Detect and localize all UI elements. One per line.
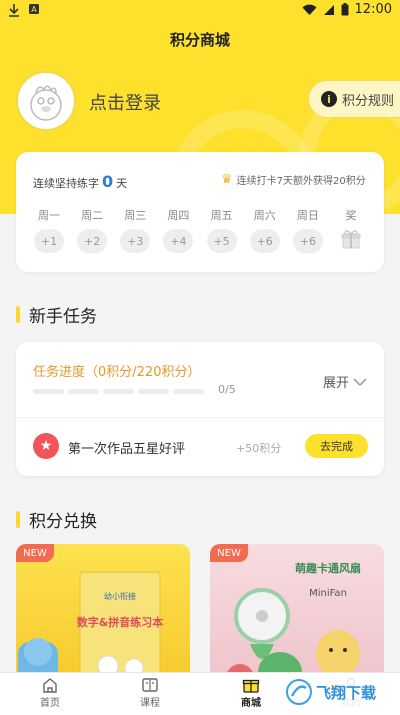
download-icon <box>9 4 19 17</box>
page-title: 积分商城 <box>169 31 230 49</box>
section-accent <box>16 511 20 528</box>
progress-segment <box>103 389 134 394</box>
default-avatar-icon <box>30 85 62 121</box>
workbook-brand: 幼小衔接 <box>104 591 136 601</box>
exchange-heading: 积分兑换 <box>16 507 97 532</box>
day-points: +3 <box>120 229 151 253</box>
checkin-day[interactable]: 周三 +3 <box>116 207 154 253</box>
section-accent <box>16 306 20 323</box>
newbie-tasks-heading: 新手任务 <box>16 302 97 327</box>
tab-mall[interactable]: 商城 <box>221 676 281 709</box>
day-label: 周日 <box>296 209 319 222</box>
progress-segment <box>68 389 99 394</box>
progress-segment <box>33 389 64 394</box>
expand-button[interactable]: 展开 <box>323 372 367 391</box>
task-complete-button[interactable]: 去完成 <box>305 434 368 458</box>
checkin-day[interactable]: 周四 +4 <box>159 207 197 253</box>
progress-segment <box>138 389 169 394</box>
status-bar-left-icons: A <box>8 3 40 17</box>
info-icon: i <box>321 91 337 107</box>
points-rules-label: 积分规则 <box>342 93 395 109</box>
streak-days: 0 <box>102 172 114 191</box>
day-points: +5 <box>206 229 237 253</box>
tab-label: 商城 <box>241 698 261 709</box>
tab-label: 课程 <box>140 698 160 709</box>
day-label: 周二 <box>81 209 104 222</box>
day-points: +4 <box>163 229 194 253</box>
checkin-day[interactable]: 周日 +6 <box>289 207 327 253</box>
workbook-title: 数字&拼音练习本 <box>77 615 164 629</box>
checkin-day[interactable]: 周二 +2 <box>73 207 111 253</box>
svg-text:A: A <box>31 5 37 14</box>
day-label: 周六 <box>253 209 276 222</box>
exchange-title: 积分兑换 <box>29 512 97 532</box>
signal-icon <box>323 4 334 15</box>
watermark-text: 飞翔下载 <box>316 683 377 702</box>
day-label: 周四 <box>167 209 190 222</box>
star-icon: ★ <box>33 433 59 459</box>
divider <box>16 417 384 418</box>
checkin-day[interactable]: 周五 +5 <box>203 207 241 253</box>
day-label: 周五 <box>210 209 233 222</box>
day-points: +1 <box>34 229 64 253</box>
checkin-day[interactable]: 周六 +6 <box>246 207 284 253</box>
wifi-icon <box>302 4 317 15</box>
course-icon <box>142 678 158 692</box>
gift-icon <box>242 679 260 693</box>
status-time: 12:00 <box>354 2 392 17</box>
gift-icon <box>341 230 361 249</box>
task-points: +50积分 <box>236 442 282 455</box>
progress-segment <box>173 389 204 394</box>
status-bar-right: 12:00 <box>302 2 392 17</box>
points-rules-button[interactable]: i 积分规则 <box>308 80 400 118</box>
tab-label: 首页 <box>40 698 60 709</box>
streak-prefix: 连续坚持练字 <box>33 177 99 190</box>
reward-label: 奖 <box>345 209 357 222</box>
crown-icon: ♛ <box>221 172 233 187</box>
day-label: 周一 <box>38 209 60 222</box>
streak-suffix: 天 <box>116 177 128 190</box>
tab-home[interactable]: 首页 <box>20 676 80 709</box>
avatar[interactable] <box>16 71 76 131</box>
task-name: 第一次作品五星好评 <box>68 442 186 457</box>
battery-icon <box>341 3 349 16</box>
login-link[interactable]: 点击登录 <box>89 89 161 115</box>
checkin-day[interactable]: 周一 +1 <box>30 207 68 253</box>
day-points: +6 <box>292 229 323 253</box>
newbie-tasks-title: 新手任务 <box>29 307 97 327</box>
app-notification-icon: A <box>29 4 39 14</box>
chevron-down-icon <box>353 377 367 386</box>
fan-brand: MiniFan <box>309 588 347 599</box>
streak-text: 连续坚持练字 0 天 <box>33 172 127 191</box>
expand-label: 展开 <box>323 376 350 391</box>
task-progress-bar <box>33 389 204 394</box>
home-icon <box>43 678 57 693</box>
streak-bonus: ♛ 连续打卡7天额外获得20积分 <box>221 172 366 187</box>
watermark-logo-icon <box>286 679 312 705</box>
day-points: +6 <box>249 229 280 253</box>
streak-bonus-text: 连续打卡7天额外获得20积分 <box>236 176 366 187</box>
checkin-reward[interactable]: 奖 <box>332 207 370 253</box>
tab-course[interactable]: 课程 <box>120 676 180 709</box>
fan-title: 萌趣卡通风扇 <box>295 561 361 575</box>
checkin-days: 周一 +1 周二 +2 周三 +3 周四 +4 周五 +5 周六 +6 周日 +6 奖 <box>30 207 370 253</box>
day-label: 周三 <box>124 209 147 222</box>
task-progress-count: 0/5 <box>218 383 236 396</box>
task-progress-label: 任务进度（0积分/220积分） <box>33 365 201 380</box>
day-points: +2 <box>77 229 108 253</box>
watermark: 飞翔下载 <box>282 676 394 708</box>
